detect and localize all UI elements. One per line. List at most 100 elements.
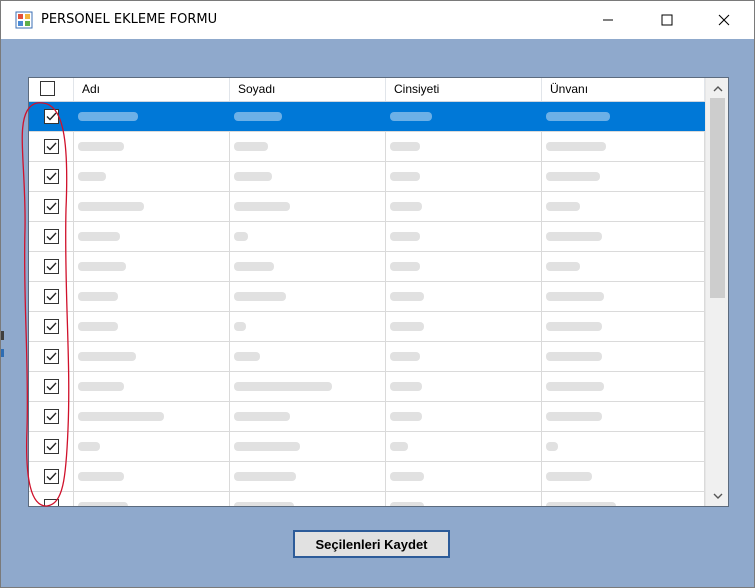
row-select-cell[interactable]	[29, 252, 74, 281]
grid-cell-cin[interactable]	[386, 162, 542, 191]
grid-cell-cin[interactable]	[386, 492, 542, 506]
table-row[interactable]	[29, 192, 705, 222]
column-header-soyadi[interactable]: Soyadı	[230, 78, 386, 101]
table-row[interactable]	[29, 312, 705, 342]
row-select-cell[interactable]	[29, 102, 74, 131]
column-header-unvani[interactable]: Ünvanı	[542, 78, 705, 101]
grid-cell-adi[interactable]	[74, 312, 230, 341]
grid-cell-adi[interactable]	[74, 462, 230, 491]
row-select-cell[interactable]	[29, 162, 74, 191]
grid-cell-soy[interactable]	[230, 432, 386, 461]
row-checkbox[interactable]	[43, 199, 59, 214]
column-header-cinsiyeti[interactable]: Cinsiyeti	[386, 78, 542, 101]
row-select-cell[interactable]	[29, 312, 74, 341]
table-row[interactable]	[29, 222, 705, 252]
row-select-cell[interactable]	[29, 342, 74, 371]
table-row[interactable]	[29, 282, 705, 312]
row-checkbox[interactable]	[43, 469, 59, 484]
grid-cell-adi[interactable]	[74, 222, 230, 251]
grid-cell-cin[interactable]	[386, 342, 542, 371]
row-select-cell[interactable]	[29, 132, 74, 161]
grid-cell-adi[interactable]	[74, 102, 230, 131]
row-checkbox[interactable]	[43, 349, 59, 364]
select-all-checkbox[interactable]	[40, 81, 55, 96]
row-checkbox[interactable]	[43, 259, 59, 274]
maximize-button[interactable]	[644, 1, 690, 39]
row-checkbox[interactable]	[43, 289, 59, 304]
table-row[interactable]	[29, 402, 705, 432]
grid-cell-unv[interactable]	[542, 462, 705, 491]
grid-cell-soy[interactable]	[230, 462, 386, 491]
row-checkbox[interactable]	[43, 499, 59, 506]
row-select-cell[interactable]	[29, 372, 74, 401]
grid-cell-cin[interactable]	[386, 102, 542, 131]
table-row[interactable]	[29, 252, 705, 282]
grid-cell-soy[interactable]	[230, 282, 386, 311]
grid-cell-soy[interactable]	[230, 222, 386, 251]
grid-cell-cin[interactable]	[386, 462, 542, 491]
grid-cell-adi[interactable]	[74, 132, 230, 161]
grid-cell-adi[interactable]	[74, 252, 230, 281]
grid-cell-soy[interactable]	[230, 312, 386, 341]
table-row[interactable]	[29, 432, 705, 462]
minimize-button[interactable]	[585, 1, 631, 39]
row-select-cell[interactable]	[29, 492, 74, 506]
grid-cell-cin[interactable]	[386, 432, 542, 461]
grid-cell-soy[interactable]	[230, 102, 386, 131]
grid-cell-unv[interactable]	[542, 162, 705, 191]
title-bar[interactable]: PERSONEL EKLEME FORMU	[1, 1, 754, 39]
row-select-cell[interactable]	[29, 432, 74, 461]
row-select-cell[interactable]	[29, 282, 74, 311]
table-row[interactable]	[29, 102, 705, 132]
row-checkbox[interactable]	[43, 319, 59, 334]
row-checkbox[interactable]	[43, 409, 59, 424]
save-selected-button[interactable]: Seçilenleri Kaydet	[293, 530, 450, 558]
grid-cell-unv[interactable]	[542, 222, 705, 251]
grid-cell-soy[interactable]	[230, 252, 386, 281]
grid-cell-adi[interactable]	[74, 402, 230, 431]
row-checkbox[interactable]	[43, 139, 59, 154]
grid-cell-unv[interactable]	[542, 312, 705, 341]
table-row[interactable]	[29, 462, 705, 492]
grid-cell-adi[interactable]	[74, 282, 230, 311]
scroll-up-button[interactable]	[706, 78, 728, 98]
grid-cell-soy[interactable]	[230, 192, 386, 221]
grid-cell-adi[interactable]	[74, 342, 230, 371]
grid-cell-adi[interactable]	[74, 432, 230, 461]
grid-cell-unv[interactable]	[542, 372, 705, 401]
grid-cell-unv[interactable]	[542, 282, 705, 311]
table-row[interactable]	[29, 342, 705, 372]
grid-cell-cin[interactable]	[386, 312, 542, 341]
grid-cell-unv[interactable]	[542, 102, 705, 131]
personel-data-grid[interactable]: Adı Soyadı Cinsiyeti Ünvanı	[28, 77, 729, 507]
grid-cell-adi[interactable]	[74, 192, 230, 221]
grid-cell-unv[interactable]	[542, 252, 705, 281]
grid-cell-unv[interactable]	[542, 192, 705, 221]
grid-cell-soy[interactable]	[230, 162, 386, 191]
table-row[interactable]	[29, 132, 705, 162]
row-select-cell[interactable]	[29, 222, 74, 251]
grid-cell-unv[interactable]	[542, 342, 705, 371]
grid-cell-unv[interactable]	[542, 492, 705, 506]
table-row[interactable]	[29, 372, 705, 402]
grid-cell-cin[interactable]	[386, 372, 542, 401]
scrollbar-thumb[interactable]	[710, 98, 725, 298]
header-select-cell[interactable]	[29, 78, 74, 101]
row-select-cell[interactable]	[29, 402, 74, 431]
grid-cell-soy[interactable]	[230, 492, 386, 506]
row-checkbox[interactable]	[43, 169, 59, 184]
grid-cell-soy[interactable]	[230, 372, 386, 401]
row-select-cell[interactable]	[29, 192, 74, 221]
grid-cell-unv[interactable]	[542, 402, 705, 431]
grid-cell-cin[interactable]	[386, 402, 542, 431]
row-checkbox[interactable]	[43, 109, 59, 124]
table-row[interactable]	[29, 492, 705, 506]
grid-cell-soy[interactable]	[230, 132, 386, 161]
grid-cell-soy[interactable]	[230, 402, 386, 431]
grid-cell-cin[interactable]	[386, 192, 542, 221]
table-row[interactable]	[29, 162, 705, 192]
row-checkbox[interactable]	[43, 379, 59, 394]
grid-cell-cin[interactable]	[386, 252, 542, 281]
grid-cell-adi[interactable]	[74, 492, 230, 506]
close-button[interactable]	[701, 1, 747, 39]
